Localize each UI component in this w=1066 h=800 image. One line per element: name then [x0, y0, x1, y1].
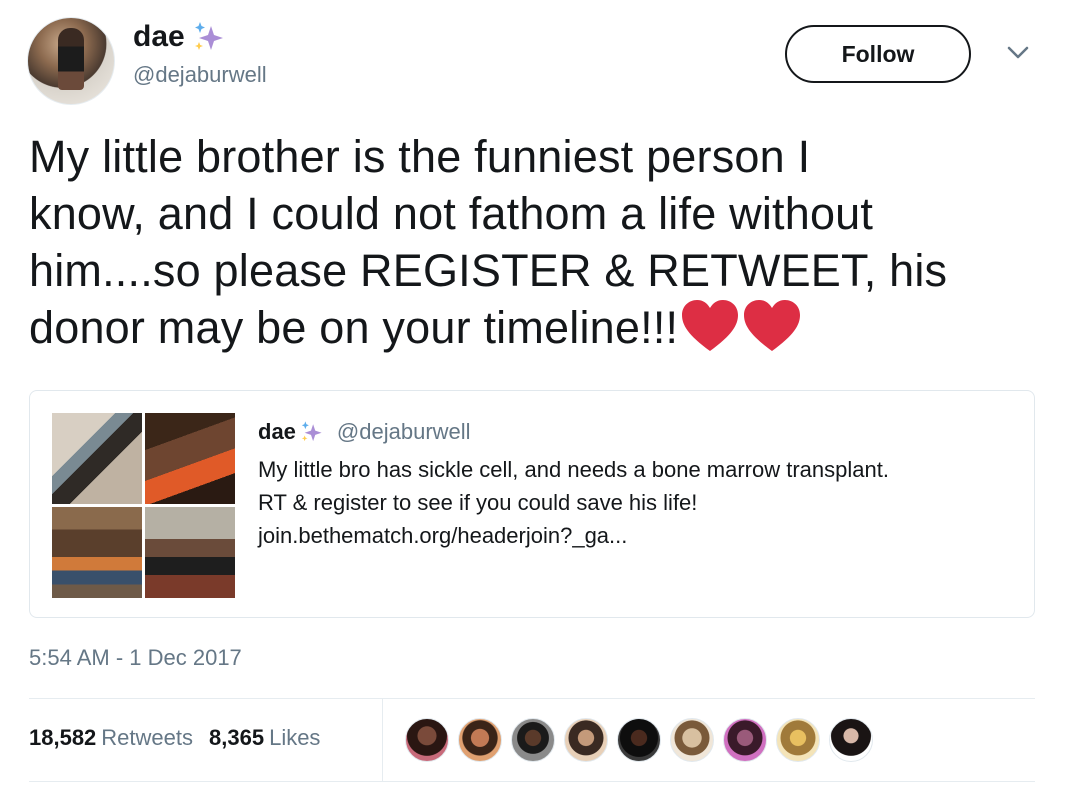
- quoted-tweet-media[interactable]: [52, 413, 236, 599]
- author-handle[interactable]: @dejaburwell: [133, 62, 267, 88]
- quoted-media-photo[interactable]: [52, 413, 142, 504]
- tweet-text-line: donor may be on your timeline!!!: [29, 302, 679, 353]
- retweets-count: 18,582: [29, 725, 97, 750]
- red-heart-icon: [682, 300, 739, 351]
- tweet-text: My little brother is the funniest person…: [29, 128, 1039, 356]
- author-name-row[interactable]: dae: [133, 20, 225, 54]
- tweet-text-line: My little brother is the funniest person…: [29, 131, 811, 182]
- quoted-media-photo[interactable]: [52, 507, 142, 598]
- chevron-down-icon[interactable]: [1004, 42, 1032, 64]
- liker-avatars: [405, 718, 882, 762]
- liker-avatar[interactable]: [829, 718, 873, 762]
- quoted-text-line: My little bro has sickle cell, and needs…: [258, 457, 889, 482]
- quoted-display-name[interactable]: dae: [258, 419, 296, 445]
- liker-avatar[interactable]: [511, 718, 555, 762]
- tweet-timestamp[interactable]: 5:54 AM - 1 Dec 2017: [29, 645, 242, 671]
- quoted-media-photo[interactable]: [145, 507, 235, 598]
- red-heart-icon: [744, 300, 801, 351]
- retweets-stat[interactable]: 18,582 Retweets: [29, 725, 193, 751]
- author-avatar[interactable]: [27, 17, 115, 105]
- stats-separator: [382, 699, 383, 781]
- follow-button[interactable]: Follow: [785, 25, 971, 83]
- quoted-tweet-card[interactable]: dae @dejaburwell My little bro has sickl…: [29, 390, 1035, 618]
- sparkles-icon: [194, 22, 223, 50]
- quoted-handle[interactable]: @dejaburwell: [337, 419, 471, 445]
- likes-count: 8,365: [209, 725, 265, 750]
- likes-label: Likes: [269, 725, 321, 750]
- tweet-stats: 18,582 Retweets 8,365 Likes: [29, 725, 336, 751]
- quoted-author-row[interactable]: dae @dejaburwell: [258, 419, 471, 445]
- tweet-text-line-last: donor may be on your timeline!!!: [29, 299, 1039, 356]
- likes-stat[interactable]: 8,365 Likes: [209, 725, 320, 751]
- liker-avatar[interactable]: [564, 718, 608, 762]
- divider: [29, 781, 1035, 782]
- liker-avatar[interactable]: [723, 718, 767, 762]
- quoted-text-link[interactable]: join.bethematch.org/headerjoin?_ga...: [258, 519, 1018, 552]
- liker-avatar[interactable]: [617, 718, 661, 762]
- liker-avatar[interactable]: [776, 718, 820, 762]
- quoted-tweet-text: My little bro has sickle cell, and needs…: [258, 453, 1018, 552]
- tweet-text-line: know, and I could not fathom a life with…: [29, 188, 874, 239]
- divider: [29, 698, 1035, 699]
- tweet-text-line: him....so please REGISTER & RETWEET, his: [29, 245, 948, 296]
- quoted-media-photo[interactable]: [145, 413, 235, 504]
- sparkles-icon: [301, 421, 322, 442]
- retweets-label: Retweets: [101, 725, 194, 750]
- liker-avatar[interactable]: [405, 718, 449, 762]
- liker-avatar[interactable]: [458, 718, 502, 762]
- quoted-text-line: RT & register to see if you could save h…: [258, 490, 698, 515]
- author-display-name[interactable]: dae: [133, 20, 185, 54]
- liker-avatar[interactable]: [670, 718, 714, 762]
